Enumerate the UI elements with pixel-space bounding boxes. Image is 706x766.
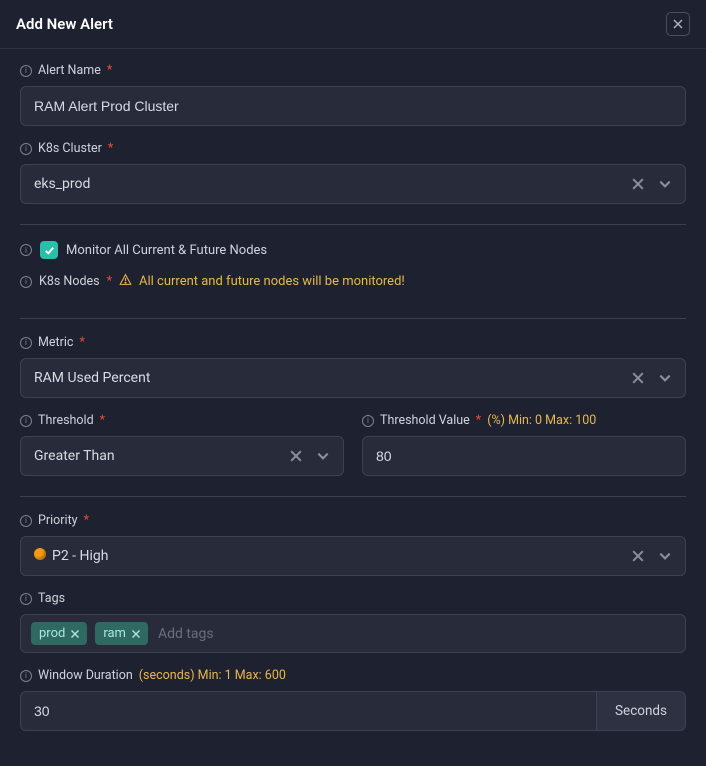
threshold-label: Threshold — [38, 413, 94, 428]
required-marker: * — [476, 413, 481, 428]
cluster-field: i K8s Cluster * eks_prod — [20, 141, 686, 204]
alert-name-field: i Alert Name * — [20, 63, 686, 126]
threshold-value-field: i Threshold Value * (%) Min: 0 Max: 100 — [362, 413, 686, 476]
threshold-select[interactable]: Greater Than — [20, 436, 344, 476]
cluster-label: K8s Cluster — [38, 141, 102, 156]
modal-header: Add New Alert — [0, 0, 706, 49]
tag-remove-icon[interactable] — [71, 630, 79, 638]
close-icon — [673, 17, 683, 32]
modal-body: i Alert Name * i K8s Cluster * eks_prod — [0, 49, 706, 766]
chevron-down-icon[interactable] — [658, 549, 672, 563]
required-marker: * — [108, 141, 113, 156]
chevron-down-icon[interactable] — [316, 449, 330, 463]
monitor-all-checkbox[interactable] — [40, 241, 58, 259]
tags-placeholder: Add tags — [156, 623, 216, 645]
required-marker: * — [107, 274, 112, 289]
priority-label: Priority — [38, 513, 78, 528]
priority-dot-icon — [34, 548, 46, 560]
threshold-row: i Threshold * Greater Than — [20, 413, 686, 476]
chevron-down-icon[interactable] — [658, 177, 672, 191]
required-marker: * — [84, 513, 89, 528]
info-icon: i — [20, 244, 32, 256]
warning-icon — [119, 273, 132, 290]
metric-field: i Metric * RAM Used Percent — [20, 335, 686, 398]
window-duration-label: Window Duration — [38, 668, 133, 683]
window-duration-hint: (seconds) Min: 1 Max: 600 — [139, 668, 286, 683]
close-button[interactable] — [666, 12, 690, 36]
add-alert-modal: Add New Alert i Alert Name * i K8s Clust… — [0, 0, 706, 766]
monitor-all-label: Monitor All Current & Future Nodes — [66, 243, 267, 258]
tag-text: ram — [103, 626, 126, 641]
info-icon: i — [20, 593, 32, 605]
alert-name-input[interactable] — [20, 86, 686, 126]
monitor-all-row: i Monitor All Current & Future Nodes — [20, 241, 686, 259]
divider — [20, 318, 686, 319]
cluster-value: eks_prod — [34, 176, 90, 192]
threshold-field: i Threshold * Greater Than — [20, 413, 344, 476]
info-icon: i — [20, 337, 32, 349]
divider — [20, 496, 686, 497]
window-duration-field: i Window Duration (seconds) Min: 1 Max: … — [20, 668, 686, 731]
required-marker: * — [107, 63, 112, 78]
tag-chip: ram — [95, 622, 148, 645]
priority-field: i Priority * P2 - High — [20, 513, 686, 576]
metric-value: RAM Used Percent — [34, 370, 150, 386]
tags-field: i Tags prod ram Add tags — [20, 591, 686, 653]
chevron-down-icon[interactable] — [658, 371, 672, 385]
metric-select[interactable]: RAM Used Percent — [20, 358, 686, 398]
nodes-label: K8s Nodes — [39, 274, 100, 289]
required-marker: * — [100, 413, 105, 428]
tags-input[interactable]: prod ram Add tags — [20, 614, 686, 653]
info-icon: i — [20, 515, 32, 527]
tag-chip: prod — [31, 622, 87, 645]
info-icon: i — [20, 143, 32, 155]
info-icon: i — [20, 415, 32, 427]
priority-select[interactable]: P2 - High — [20, 536, 686, 576]
tags-label: Tags — [38, 591, 65, 606]
clear-icon[interactable] — [632, 372, 644, 384]
nodes-warning: All current and future nodes will be mon… — [139, 274, 405, 289]
metric-label: Metric — [38, 335, 73, 350]
modal-title: Add New Alert — [16, 15, 113, 33]
window-duration-input[interactable] — [20, 691, 596, 731]
clear-icon[interactable] — [290, 450, 302, 462]
threshold-value-label: Threshold Value — [380, 413, 470, 428]
tag-remove-icon[interactable] — [132, 630, 140, 638]
tag-text: prod — [39, 626, 65, 641]
threshold-value-input[interactable] — [362, 436, 686, 476]
window-duration-unit: Seconds — [596, 691, 686, 731]
threshold-value: Greater Than — [34, 448, 115, 464]
info-icon: i — [20, 65, 32, 77]
nodes-row: i K8s Nodes * All current and future nod… — [20, 273, 686, 290]
alert-name-label: Alert Name — [38, 63, 101, 78]
cluster-select[interactable]: eks_prod — [20, 164, 686, 204]
divider — [20, 224, 686, 225]
priority-value: P2 - High — [34, 548, 108, 564]
info-icon: i — [20, 670, 32, 682]
required-marker: * — [79, 335, 84, 350]
threshold-value-hint: (%) Min: 0 Max: 100 — [487, 413, 596, 428]
clear-icon[interactable] — [632, 550, 644, 562]
clear-icon[interactable] — [632, 178, 644, 190]
info-icon: i — [20, 276, 32, 288]
info-icon: i — [362, 415, 374, 427]
